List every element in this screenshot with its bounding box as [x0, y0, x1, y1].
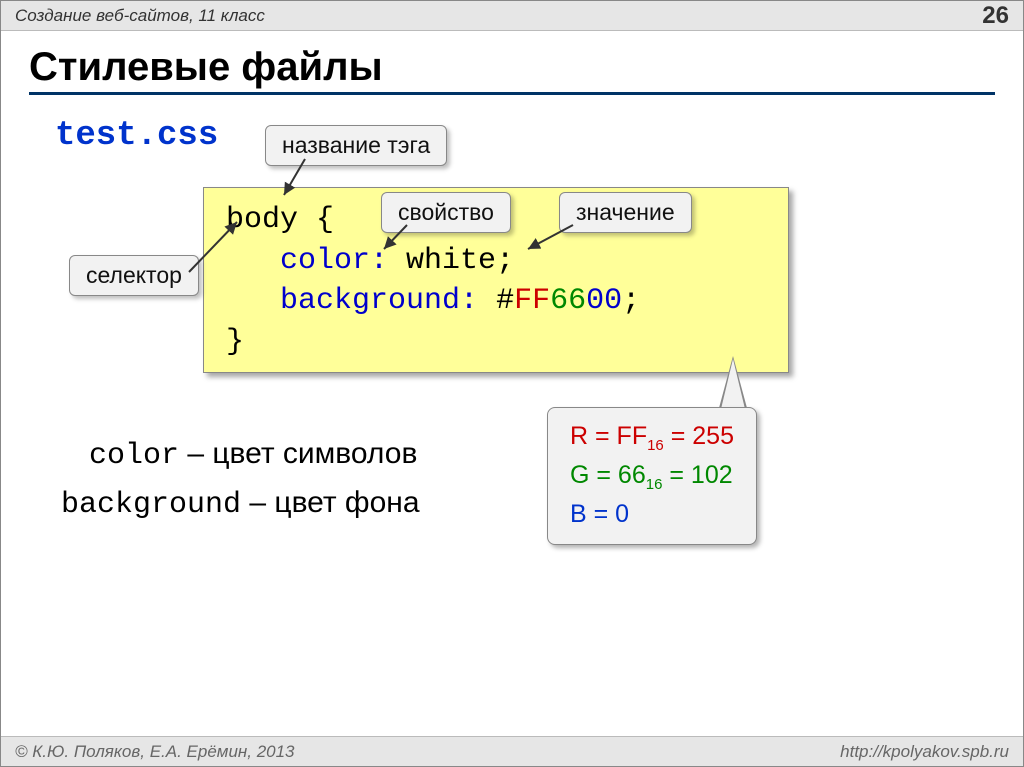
page-number: 26	[982, 2, 1009, 30]
code-value-white: white	[388, 244, 496, 278]
callout-tagname: название тэга	[265, 125, 447, 166]
code-line-1: body {	[226, 203, 334, 237]
rgb-r-dec: = 255	[664, 422, 734, 450]
callout-selector: селектор	[69, 255, 199, 296]
callout-value: значение	[559, 192, 692, 233]
code-line-3-indent	[226, 284, 280, 318]
rgb-g: G = 6616 = 102	[570, 457, 734, 496]
code-hex-66: 66	[550, 284, 586, 318]
topbar-subject: Создание веб-сайтов, 11 класс	[15, 6, 265, 26]
code-hash: #	[496, 284, 514, 318]
code-line-4: }	[226, 325, 244, 359]
code-hex-ff: FF	[514, 284, 550, 318]
code-hex-00: 00	[586, 284, 622, 318]
code-line-2-indent	[226, 244, 280, 278]
rgb-r: R = FF16 = 255	[570, 418, 734, 457]
rgb-b: B = 0	[570, 496, 734, 532]
footer: © К.Ю. Поляков, Е.А. Ерёмин, 2013 http:/…	[1, 736, 1023, 766]
def-color-kw: color	[89, 439, 179, 473]
callout-property: свойство	[381, 192, 511, 233]
footer-copyright: © К.Ю. Поляков, Е.А. Ерёмин, 2013	[15, 742, 295, 762]
code-sc2: ;	[622, 284, 640, 318]
def-bg-kw: background	[61, 488, 241, 522]
slide-title: Стилевые файлы	[29, 45, 995, 90]
rgb-g-hex: G = 66	[570, 461, 646, 489]
code-sc1: ;	[496, 244, 514, 278]
code-property-background: background:	[280, 284, 478, 318]
def-background: background – цвет фона	[61, 480, 420, 529]
def-color-text: – цвет символов	[179, 437, 417, 470]
filename-label: test.css	[55, 117, 218, 155]
rgb-box: R = FF16 = 255 G = 6616 = 102 B = 0	[547, 407, 757, 545]
diagram-stage: body { color: white; background: #FF6600…	[29, 155, 989, 495]
code-property-color: color:	[280, 244, 388, 278]
footer-url: http://kpolyakov.spb.ru	[840, 742, 1009, 762]
topbar: Создание веб-сайтов, 11 класс 26	[1, 1, 1023, 31]
rgb-r-hex: R = FF	[570, 422, 647, 450]
title-rule	[29, 92, 995, 95]
def-color: color – цвет символов	[89, 431, 420, 480]
slide-content: Стилевые файлы test.css body { color: wh…	[1, 31, 1023, 495]
rgb-r-sub: 16	[647, 437, 664, 454]
rgb-g-dec: = 102	[662, 461, 732, 489]
def-bg-text: – цвет фона	[241, 486, 420, 519]
code-space	[478, 284, 496, 318]
definitions: color – цвет символов background – цвет …	[89, 431, 420, 528]
rgb-g-sub: 16	[646, 476, 663, 493]
